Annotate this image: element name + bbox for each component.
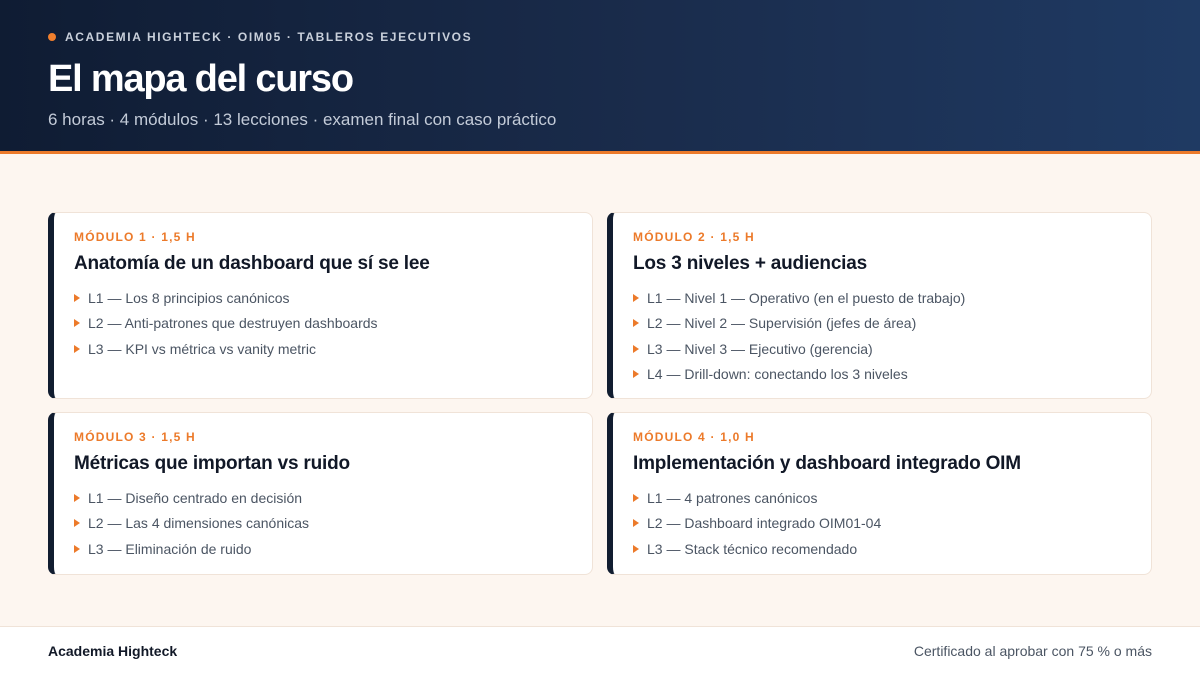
lesson-item: L3 — Nivel 3 — Ejecutivo (gerencia)	[633, 336, 1151, 362]
header-kicker: ACADEMIA HIGHTECK · OIM05 · TABLEROS EJE…	[48, 29, 472, 45]
lesson-text: L3 — Eliminación de ruido	[88, 540, 252, 557]
lesson-item: L1 — Diseño centrado en decisión	[74, 485, 592, 511]
module-label: MÓDULO 4 · 1,0 H	[633, 430, 755, 444]
lesson-item: L2 — Las 4 dimensiones canónicas	[74, 511, 592, 537]
kicker-text: ACADEMIA HIGHTECK · OIM05 · TABLEROS EJE…	[65, 30, 473, 44]
lesson-item: L3 — Stack técnico recomendado	[633, 536, 1151, 562]
triangle-bullet-icon	[633, 344, 639, 353]
triangle-bullet-icon	[633, 293, 639, 302]
footer: Academia Highteck Certificado al aprobar…	[0, 626, 1200, 675]
module-card-1: MÓDULO 1 · 1,5 H Anatomía de un dashboar…	[48, 212, 593, 399]
triangle-bullet-icon	[74, 293, 80, 302]
triangle-bullet-icon	[74, 493, 80, 502]
lesson-item: L1 — Los 8 principios canónicos	[74, 285, 592, 311]
triangle-bullet-icon	[74, 519, 80, 528]
module-card-3: MÓDULO 3 · 1,5 H Métricas que importan v…	[48, 412, 593, 575]
triangle-bullet-icon	[74, 544, 80, 553]
lesson-item: L3 — KPI vs métrica vs vanity metric	[74, 336, 592, 362]
lesson-list: L1 — Los 8 principios canónicos L2 — Ant…	[74, 285, 592, 362]
module-card-2: MÓDULO 2 · 1,5 H Los 3 niveles + audienc…	[607, 212, 1152, 399]
lesson-item: L2 — Nivel 2 — Supervisión (jefes de áre…	[633, 311, 1151, 337]
header-banner: ACADEMIA HIGHTECK · OIM05 · TABLEROS EJE…	[0, 0, 1200, 151]
module-label: MÓDULO 2 · 1,5 H	[633, 230, 755, 244]
triangle-bullet-icon	[633, 370, 639, 379]
footer-brand: Academia Highteck	[48, 643, 178, 659]
module-label: MÓDULO 3 · 1,5 H	[74, 430, 196, 444]
lesson-text: L1 — Diseño centrado en decisión	[88, 489, 303, 506]
lesson-list: L1 — Nivel 1 — Operativo (en el puesto d…	[633, 285, 1151, 387]
triangle-bullet-icon	[633, 519, 639, 528]
lesson-text: L3 — Stack técnico recomendado	[647, 540, 858, 557]
lesson-list: L1 — 4 patrones canónicos L2 — Dashboard…	[633, 485, 1151, 562]
triangle-bullet-icon	[633, 319, 639, 328]
accent-dot-icon	[48, 33, 56, 41]
lesson-text: L2 — Nivel 2 — Supervisión (jefes de áre…	[647, 315, 917, 332]
lesson-text: L2 — Dashboard integrado OIM01-04	[647, 515, 882, 532]
lesson-item: L1 — Nivel 1 — Operativo (en el puesto d…	[633, 285, 1151, 311]
module-title: Métricas que importan vs ruido	[74, 453, 350, 474]
module-title: Implementación y dashboard integrado OIM	[633, 453, 1021, 474]
lesson-text: L1 — Los 8 principios canónicos	[88, 289, 290, 306]
triangle-bullet-icon	[633, 544, 639, 553]
lesson-text: L2 — Anti-patrones que destruyen dashboa…	[88, 315, 378, 332]
lesson-text: L2 — Las 4 dimensiones canónicas	[88, 515, 310, 532]
lesson-item: L1 — 4 patrones canónicos	[633, 485, 1151, 511]
page-subtitle: 6 horas · 4 módulos · 13 lecciones · exa…	[48, 110, 557, 129]
module-label: MÓDULO 1 · 1,5 H	[74, 230, 196, 244]
triangle-bullet-icon	[74, 344, 80, 353]
lesson-item: L2 — Anti-patrones que destruyen dashboa…	[74, 311, 592, 337]
lesson-text: L3 — Nivel 3 — Ejecutivo (gerencia)	[647, 340, 873, 357]
module-card-4: MÓDULO 4 · 1,0 H Implementación y dashbo…	[607, 412, 1152, 575]
lesson-list: L1 — Diseño centrado en decisión L2 — La…	[74, 485, 592, 562]
triangle-bullet-icon	[633, 493, 639, 502]
lesson-text: L1 — Nivel 1 — Operativo (en el puesto d…	[647, 289, 966, 306]
lesson-text: L1 — 4 patrones canónicos	[647, 489, 818, 506]
certificate-note: Certificado al aprobar con 75 % o más	[913, 643, 1152, 659]
lesson-text: L4 — Drill-down: conectando los 3 nivele…	[647, 366, 908, 383]
header-divider	[0, 151, 1200, 154]
triangle-bullet-icon	[74, 319, 80, 328]
lesson-item: L3 — Eliminación de ruido	[74, 536, 592, 562]
lesson-text: L3 — KPI vs métrica vs vanity metric	[88, 340, 316, 357]
module-title: Anatomía de un dashboard que sí se lee	[74, 253, 430, 274]
lesson-item: L2 — Dashboard integrado OIM01-04	[633, 511, 1151, 537]
page-title: El mapa del curso	[48, 58, 354, 100]
module-title: Los 3 niveles + audiencias	[633, 253, 867, 274]
lesson-item: L4 — Drill-down: conectando los 3 nivele…	[633, 362, 1151, 388]
